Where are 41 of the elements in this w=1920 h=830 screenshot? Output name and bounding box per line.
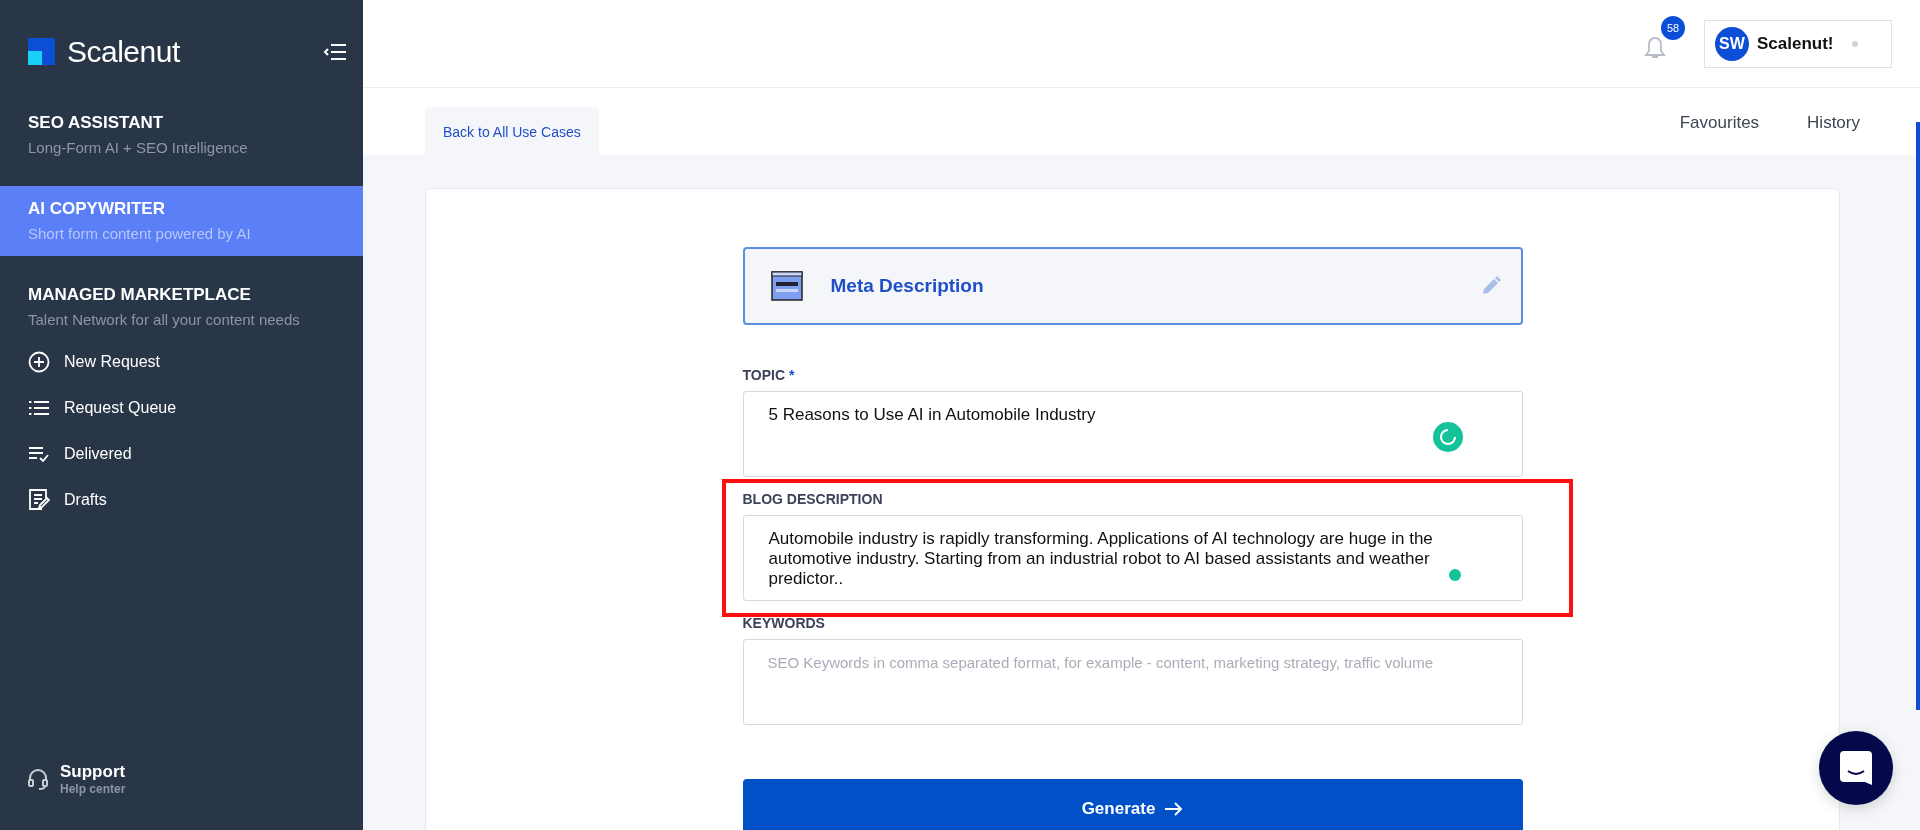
nav-link[interactable]: Favourites xyxy=(1679,113,1760,133)
sidebar-item[interactable]: Delivered xyxy=(28,440,335,468)
caret-icon xyxy=(1851,39,1859,48)
field-label: TOPIC xyxy=(742,367,786,383)
edit-document-icon xyxy=(28,489,50,511)
notification-badge: 58 xyxy=(1661,15,1685,40)
text-field[interactable]: 5 Reasons to Use AI in Automobile Industry xyxy=(742,391,1523,477)
headset-icon xyxy=(28,768,48,790)
nav-link[interactable]: History xyxy=(1807,113,1860,133)
support-subtitle: Help center xyxy=(60,782,126,796)
field-label: BLOG DESCRIPTION xyxy=(742,491,883,507)
logo-text: Scalenut xyxy=(67,34,180,69)
arrow-right-icon xyxy=(1165,802,1184,816)
use-case-card[interactable]: Meta Description xyxy=(742,247,1523,325)
chat-button[interactable] xyxy=(1819,731,1893,805)
support-link[interactable]: Support xyxy=(60,762,126,782)
back-link[interactable]: Back to All Use Cases xyxy=(425,107,599,156)
sidebar-section[interactable]: SEO ASSISTANT Long-Form AI + SEO Intelligence xyxy=(0,104,363,170)
user-menu[interactable]: SW Scalenut! xyxy=(1704,19,1892,68)
sidebar-section[interactable]: MANAGED MARKETPLACE Talent Network for all your content needs xyxy=(0,276,363,342)
list-icon xyxy=(28,400,50,416)
sidebar-item[interactable]: Request Queue xyxy=(28,394,335,422)
generate-button[interactable]: Generate xyxy=(742,779,1523,830)
user-avatar: SW xyxy=(1715,26,1749,61)
user-name: Scalenut! xyxy=(1757,33,1834,54)
status-dot-icon xyxy=(1448,569,1461,581)
logo-icon xyxy=(28,38,55,65)
collapse-menu-icon[interactable] xyxy=(323,42,347,61)
document-icon xyxy=(770,271,803,301)
chat-icon xyxy=(1840,751,1872,785)
field-label: KEYWORDS xyxy=(742,615,825,631)
sidebar-section[interactable]: AI COPYWRITER Short form content powered by AI xyxy=(0,186,363,256)
spinner-icon xyxy=(1432,422,1463,452)
checklist-icon xyxy=(28,446,50,462)
sidebar-item[interactable]: Drafts xyxy=(28,486,335,514)
text-field[interactable]: Automobile industry is rapidly transforming. Applications of AI technology are huge in the automotive industry. Starting from an industrial robot to AI based assistants and weather predictor.. xyxy=(742,515,1523,601)
text-field[interactable]: SEO Keywords in comma separated format, for example - content, marketing strategy, traffic volume xyxy=(742,639,1523,725)
plus-circle-icon xyxy=(28,351,50,373)
required-mark: * xyxy=(789,367,795,383)
use-case-title: Meta Description xyxy=(830,275,985,297)
sidebar-item[interactable]: New Request xyxy=(28,348,335,376)
